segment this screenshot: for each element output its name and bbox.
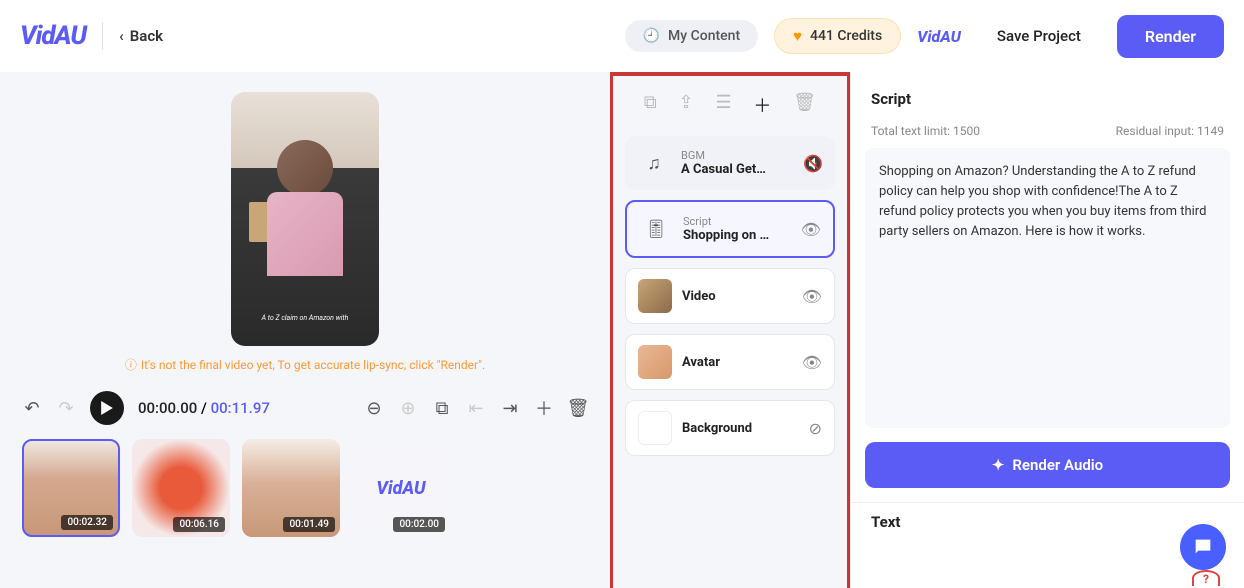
logo-text: VidAU	[376, 478, 425, 499]
add-button[interactable]: ＋	[534, 398, 554, 418]
play-button[interactable]	[90, 391, 124, 425]
save-project-button[interactable]: Save Project	[977, 17, 1101, 55]
my-content-button[interactable]: 🕘 My Content	[625, 20, 759, 52]
divider	[102, 22, 103, 50]
script-textarea[interactable]: Shopping on Amazon? Understanding the A …	[865, 148, 1230, 428]
play-icon	[100, 401, 114, 415]
bgm-label: BGM	[681, 149, 793, 162]
render-button[interactable]: Render	[1117, 15, 1224, 58]
help-fab[interactable]: ?	[1192, 570, 1220, 586]
script-label: Script	[683, 215, 791, 228]
timeline-clip-3[interactable]: 00:01.49	[242, 439, 340, 537]
credits-pill[interactable]: ♥ 441 Credits	[774, 18, 901, 54]
delete-button[interactable]: 🗑	[568, 398, 588, 418]
background-title: Background	[682, 421, 799, 436]
delete-layer-button[interactable]: 🗑	[793, 92, 816, 118]
chat-fab[interactable]	[1180, 524, 1226, 570]
script-title: Shopping on …	[683, 228, 791, 243]
zoom-out-button[interactable]: ⊖	[364, 398, 384, 418]
video-thumb	[638, 279, 672, 313]
bgm-layer[interactable]: ♫ BGM A Casual Get… 🔇	[625, 136, 835, 190]
clock-icon: 🕘	[643, 28, 660, 44]
chevron-left-icon: ‹	[119, 27, 124, 45]
avatar-layer[interactable]: Avatar 👁	[625, 334, 835, 390]
time-current: 00:00.00	[138, 399, 197, 417]
script-heading: Script	[851, 72, 1244, 118]
info-icon: ⓘ	[125, 356, 137, 373]
video-layer[interactable]: Video 👁	[625, 268, 835, 324]
script-layer[interactable]: 🎚 Script Shopping on … 👁	[625, 200, 835, 258]
clip-time: 00:02.32	[61, 515, 113, 530]
logo-small: VidAU	[917, 27, 961, 46]
visibility-icon[interactable]: 👁	[802, 353, 822, 372]
back-button[interactable]: ‹ Back	[119, 27, 163, 45]
layers-panel: ⧉ ⇪ ☰ ＋ 🗑 ♫ BGM A Casual Get… 🔇 🎚 Script…	[610, 72, 850, 588]
render-audio-button[interactable]: ✦ Render Audio	[865, 442, 1230, 488]
split-left-button[interactable]: ⇤	[466, 398, 486, 418]
music-icon: ♫	[637, 146, 671, 180]
logo[interactable]: VidAU	[20, 21, 86, 51]
video-title: Video	[682, 289, 792, 304]
time-display: 00:00.00 / 00:11.97	[138, 399, 270, 417]
preview-caption: A to Z claim on Amazon with	[231, 314, 379, 322]
visibility-icon[interactable]: 👁	[802, 287, 822, 306]
credits-label: 441 Credits	[810, 28, 882, 44]
background-thumb	[638, 411, 672, 445]
background-layer[interactable]: Background ⊘	[625, 400, 835, 456]
clip-time: 00:06.16	[173, 517, 225, 532]
script-panel: Script Total text limit: 1500 Residual i…	[850, 72, 1244, 588]
add-layer-button[interactable]: ＋	[753, 92, 771, 118]
time-duration: 00:11.97	[211, 399, 270, 417]
sparkle-icon: ✦	[992, 456, 1005, 474]
copy-button[interactable]: ⧉	[432, 398, 452, 418]
avatar-thumb	[638, 345, 672, 379]
split-right-button[interactable]: ⇥	[500, 398, 520, 418]
video-preview[interactable]: A to Z claim on Amazon with	[231, 92, 379, 346]
avatar-title: Avatar	[682, 355, 792, 370]
back-label: Back	[130, 27, 163, 45]
ungroup-button[interactable]: ⇪	[679, 92, 694, 118]
zoom-in-button[interactable]: ⊕	[398, 398, 418, 418]
clip-time: 00:01.49	[283, 517, 335, 532]
text-limit-label: Total text limit: 1500	[871, 124, 980, 138]
render-notice: ⓘ It's not the final video yet, To get a…	[12, 356, 598, 373]
undo-button[interactable]: ↶	[22, 398, 42, 418]
align-button[interactable]: ☰	[715, 92, 731, 118]
visibility-icon[interactable]: 👁	[801, 220, 821, 239]
mute-icon[interactable]: 🔇	[803, 154, 823, 173]
redo-button[interactable]: ↷	[56, 398, 76, 418]
bgm-title: A Casual Get…	[681, 162, 793, 177]
duplicate-layer-button[interactable]: ⧉	[644, 92, 657, 118]
chat-icon	[1192, 536, 1214, 558]
box-prop	[249, 202, 299, 242]
visibility-off-icon[interactable]: ⊘	[809, 419, 822, 438]
notice-text: It's not the final video yet, To get acc…	[141, 358, 485, 372]
my-content-label: My Content	[668, 28, 740, 44]
render-audio-label: Render Audio	[1012, 456, 1103, 474]
timeline-clip-4[interactable]: VidAU 00:02.00	[352, 439, 450, 537]
clip-time: 00:02.00	[393, 517, 445, 532]
timeline-clip-1[interactable]: 00:02.32	[22, 439, 120, 537]
timeline-clip-2[interactable]: 00:06.16	[132, 439, 230, 537]
sparkle-icon: 🎚	[639, 212, 673, 246]
heart-icon: ♥	[793, 27, 802, 45]
residual-input-label: Residual input: 1149	[1116, 124, 1224, 138]
preview-panel: A to Z claim on Amazon with ⓘ It's not t…	[0, 72, 610, 588]
